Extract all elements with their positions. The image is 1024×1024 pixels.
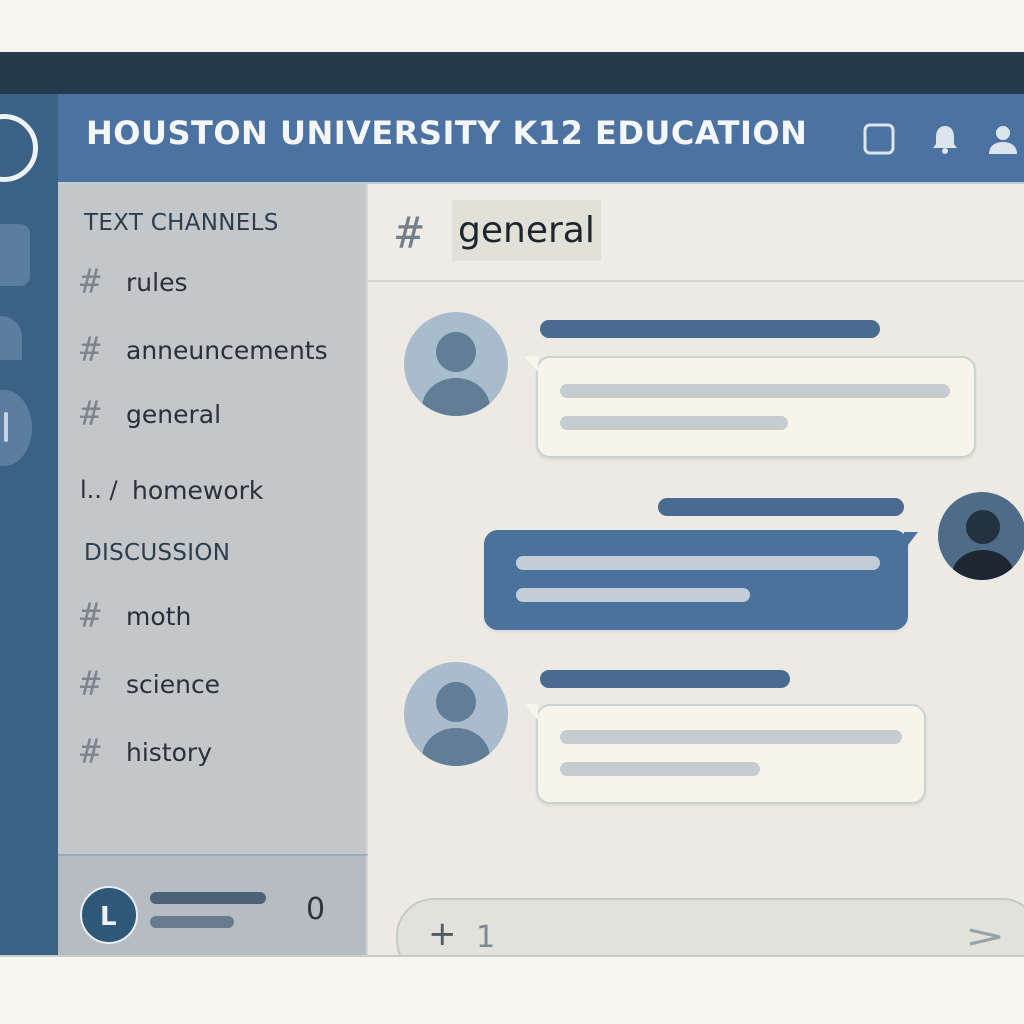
hash-icon: #	[80, 732, 101, 772]
channel-homework[interactable]: l.. / homework	[80, 470, 360, 510]
server-icon[interactable]	[0, 316, 22, 360]
channel-rules[interactable]: # rules	[80, 262, 360, 302]
avatar[interactable]	[404, 312, 508, 416]
app-window: HOUSTON UNIVERSITY K12 EDUCATION TEXT CH…	[0, 52, 1024, 957]
channel-sidebar: TEXT CHANNELS # rules # anneuncements # …	[58, 184, 369, 854]
message-text-placeholder	[560, 730, 902, 744]
channel-label: homework	[132, 475, 264, 505]
user-icon[interactable]	[986, 122, 1020, 156]
server-header: HOUSTON UNIVERSITY K12 EDUCATION	[58, 94, 1024, 184]
avatar[interactable]	[938, 492, 1024, 580]
channel-title: general	[452, 200, 601, 261]
channel-math[interactable]: # moth	[80, 596, 360, 636]
server-icon[interactable]	[0, 390, 32, 466]
square-icon[interactable]	[862, 122, 896, 156]
title-bar	[0, 52, 1024, 94]
hash-icon: #	[80, 596, 101, 636]
hash-icon: #	[396, 208, 423, 259]
channel-history[interactable]: # history	[80, 732, 360, 772]
hash-icon: #	[80, 664, 101, 704]
message-text-placeholder	[560, 416, 788, 430]
author-name-placeholder	[540, 670, 790, 688]
username-placeholder	[150, 892, 266, 904]
forum-icon: l.. /	[80, 476, 118, 504]
message-text-placeholder	[516, 556, 880, 570]
channel-science[interactable]: # science	[80, 664, 360, 704]
channel-label: rules	[126, 267, 188, 297]
user-panel: L 0	[58, 854, 369, 955]
avatar[interactable]	[404, 662, 508, 766]
avatar[interactable]: L	[80, 886, 138, 944]
message-composer: +	[396, 898, 1024, 955]
author-name-placeholder	[540, 320, 880, 338]
own-message-bubble	[484, 530, 918, 630]
hash-icon: #	[80, 330, 101, 370]
server-rail	[0, 94, 58, 955]
add-attachment-button[interactable]: +	[428, 914, 457, 954]
message-text-placeholder	[560, 384, 950, 398]
user-status-placeholder	[150, 916, 234, 928]
channel-label: moth	[126, 601, 192, 631]
message-input[interactable]	[474, 914, 938, 955]
server-icon-home[interactable]	[0, 114, 38, 182]
category-discussion[interactable]: DISCUSSION	[84, 540, 230, 566]
category-text-channels[interactable]: TEXT CHANNELS	[84, 210, 279, 236]
server-icon[interactable]	[0, 224, 30, 286]
message-bubble	[524, 704, 926, 804]
send-icon[interactable]	[966, 922, 1006, 955]
author-name-placeholder	[658, 498, 904, 516]
channel-announcements[interactable]: # anneuncements	[80, 330, 360, 370]
channel-header: # general	[368, 184, 1024, 282]
bell-icon[interactable]	[928, 122, 962, 156]
settings-indicator[interactable]: 0	[306, 892, 325, 927]
hash-icon: #	[80, 262, 101, 302]
chat-main: # general + 1	[368, 184, 1024, 955]
hash-icon: #	[80, 394, 101, 434]
message-bubble	[524, 356, 976, 458]
channel-label: history	[126, 737, 212, 767]
server-title: HOUSTON UNIVERSITY K12 EDUCATION	[86, 114, 808, 152]
channel-label: anneuncements	[126, 335, 328, 365]
message-text-placeholder	[516, 588, 750, 602]
channel-general[interactable]: # general	[80, 394, 360, 434]
svg-text:L: L	[100, 902, 117, 930]
user-initial-icon: L	[100, 902, 117, 930]
message-text-placeholder	[560, 762, 760, 776]
channel-label: science	[126, 669, 221, 699]
channel-label: general	[126, 399, 222, 429]
